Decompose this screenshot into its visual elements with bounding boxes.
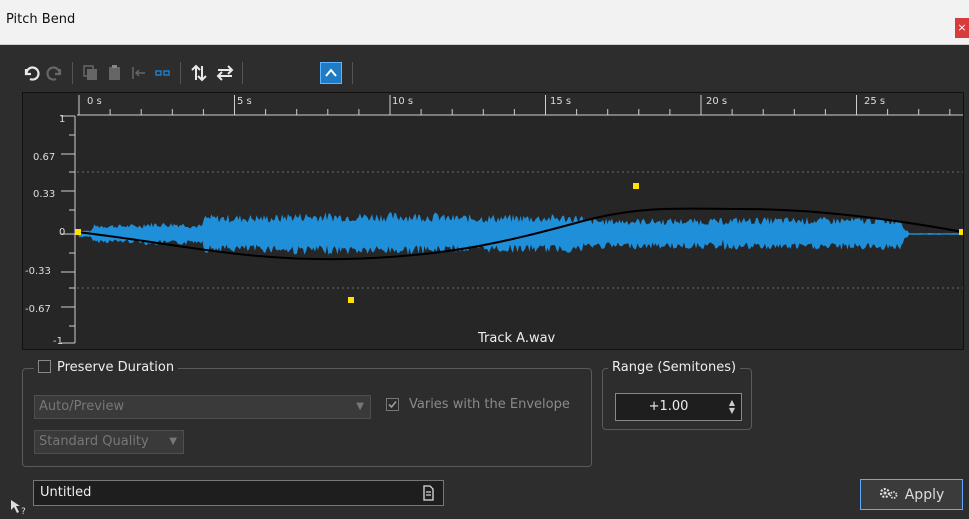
ruler-label: 0 s (87, 96, 102, 107)
ruler-label: 5 s (237, 96, 252, 107)
document-icon[interactable] (421, 485, 435, 510)
paste-icon[interactable] (104, 62, 126, 84)
redo-icon[interactable] (44, 62, 66, 84)
waveform-canvas (61, 93, 963, 344)
apply-label: Apply (904, 486, 945, 503)
y-axis-label: 0.33 (33, 189, 56, 200)
range-legend: Range (Semitones) (608, 360, 741, 375)
envelope-point[interactable] (633, 183, 639, 189)
gear-icon (879, 486, 899, 504)
track-name: Track A.wav (478, 331, 556, 346)
stepper-arrows-icon[interactable]: ▲ ▼ (729, 399, 735, 415)
reverse-icon[interactable] (214, 62, 236, 84)
varies-checkbox[interactable] (386, 398, 399, 411)
ruler-label: 20 s (706, 96, 728, 107)
undo-icon[interactable] (20, 62, 42, 84)
y-axis-label: 0.67 (33, 152, 56, 163)
svg-text:?: ? (21, 507, 26, 515)
y-axis-label: 1 (59, 114, 66, 125)
reset-to-start-icon[interactable] (128, 62, 150, 84)
range-value: +1.00 (648, 399, 689, 414)
envelope-curve-icon[interactable] (320, 62, 342, 84)
envelope-point[interactable] (959, 229, 963, 235)
y-axis-label: -0.33 (25, 266, 51, 277)
ruler-label: 25 s (864, 96, 886, 107)
window-title: Pitch Bend (6, 12, 76, 27)
close-button[interactable]: × (955, 18, 969, 38)
flip-vertical-icon[interactable] (188, 62, 210, 84)
toolbar (20, 60, 960, 88)
waveform-editor[interactable]: 0 s 5 s 10 s 15 s 20 s 25 s 1 0.67 0.33 … (22, 92, 964, 350)
quality-dropdown[interactable]: Standard Quality ▼ (34, 430, 184, 454)
y-axis-label: -0.67 (25, 304, 51, 315)
mode-value: Auto/Preview (39, 399, 125, 414)
preset-name-field[interactable]: Untitled (33, 480, 444, 506)
close-icon: × (957, 21, 967, 34)
y-axis-label: 0 (59, 227, 66, 238)
preset-name-value: Untitled (40, 485, 92, 500)
varies-label: Varies with the Envelope (409, 397, 570, 412)
mode-dropdown[interactable]: Auto/Preview ▼ (34, 395, 371, 419)
apply-button[interactable]: Apply (860, 479, 963, 510)
chevron-down-icon: ▼ (356, 401, 364, 412)
preserve-duration-checkbox[interactable] (38, 360, 51, 373)
envelope-point[interactable] (348, 297, 354, 303)
preserve-duration-label: Preserve Duration (57, 360, 175, 375)
select-points-icon[interactable] (152, 62, 174, 84)
quality-value: Standard Quality (39, 434, 149, 449)
audio-waveform (75, 212, 963, 255)
title-bar: Pitch Bend × (0, 0, 969, 45)
preserve-duration-legend: Preserve Duration (34, 360, 179, 375)
ruler-label: 15 s (550, 96, 572, 107)
y-axis-label: -1 (53, 336, 63, 347)
copy-icon[interactable] (80, 62, 102, 84)
help-pointer-icon[interactable]: ? (10, 499, 28, 519)
chevron-down-icon: ▼ (169, 436, 177, 447)
ruler-label: 10 s (392, 96, 414, 107)
range-stepper[interactable]: +1.00 ▲ ▼ (615, 393, 742, 421)
